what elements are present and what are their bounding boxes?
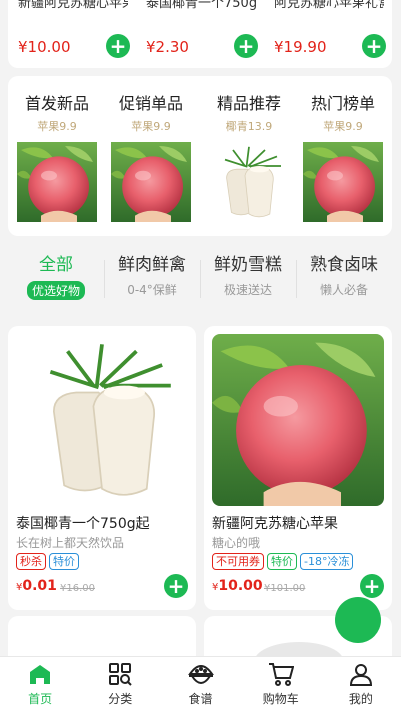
tab-subtitle: 优选好物 (26, 281, 85, 300)
category-icon (107, 661, 133, 687)
bottom-nav: 首页 分类 食谱 购物车 我的 (0, 656, 401, 710)
category-new[interactable]: 首发新品 苹果9.9 (12, 90, 102, 226)
tab-title: 全部 (39, 255, 73, 275)
strip-product-price: ¥2.30 (146, 38, 189, 56)
product-card[interactable]: 新疆阿克苏糖心苹果 糖心的哦 不可用券 特价 -18°冷冻 ¥10.00 ¥10… (204, 326, 392, 610)
category-title: 促销单品 (118, 94, 183, 113)
product-price: ¥10.00 (212, 578, 263, 594)
coconut-image (16, 334, 188, 506)
tab-subtitle: 懒人必备 (319, 283, 368, 297)
nav-label: 分类 (108, 691, 133, 706)
nav-home[interactable]: 首页 (0, 657, 80, 710)
add-to-cart-button[interactable]: + (362, 34, 386, 58)
product-card[interactable]: 泰国椰青一个750g起 长在树上都天然饮品 秒杀 特价 ¥0.01 ¥16.00… (8, 326, 196, 610)
coconut-image (209, 142, 289, 222)
floating-action-button[interactable] (335, 597, 381, 643)
nav-recipe[interactable]: 食谱 (160, 657, 240, 710)
add-to-cart-button[interactable]: + (106, 34, 130, 58)
add-to-cart-button[interactable]: + (360, 574, 384, 598)
nav-profile[interactable]: 我的 (321, 657, 401, 710)
category-promo[interactable]: 促销单品 苹果9.9 (106, 90, 196, 226)
apple-image (111, 142, 191, 222)
product-description: 长在树上都天然饮品 (16, 536, 125, 550)
product-title: 新疆阿克苏糖心苹果 (212, 516, 338, 532)
add-to-cart-button[interactable]: + (164, 574, 188, 598)
apple-image (212, 334, 384, 506)
recipe-icon (187, 661, 214, 687)
category-subtitle: 苹果9.9 (323, 120, 363, 133)
category-card: 首发新品 苹果9.9 促销单品 苹果9.9 精品推荐 椰青13.9 热门榜单 苹… (8, 76, 392, 236)
category-title: 首发新品 (24, 94, 89, 113)
tab-title: 鲜肉鲜禽 (118, 255, 186, 275)
wifi-icon (320, 6, 337, 18)
apple-image (303, 142, 383, 222)
category-subtitle: 苹果9.9 (37, 120, 77, 133)
nav-label: 食谱 (188, 691, 213, 706)
status-time: 7:47 (358, 4, 391, 20)
product-tags: 不可用券 特价 -18°冷冻 (212, 553, 354, 570)
product-original-price: ¥16.00 (60, 583, 95, 594)
tab-dairy[interactable]: 鲜奶雪糕 极速送达 (200, 250, 296, 298)
status-bar: 7:47 (0, 0, 401, 24)
strip-product-price: ¥19.90 (274, 38, 327, 56)
nav-cart[interactable]: 购物车 (241, 657, 321, 710)
category-subtitle: 苹果9.9 (131, 120, 171, 133)
add-to-cart-button[interactable]: + (234, 34, 258, 58)
product-description: 糖心的哦 (212, 536, 261, 550)
category-subtitle: 椰青13.9 (225, 120, 273, 133)
product-title: 泰国椰青一个750g起 (16, 516, 150, 532)
tab-title: 熟食卤味 (310, 255, 378, 275)
category-tabs: 全部 优选好物 鲜肉鲜禽 0-4°保鲜 鲜奶雪糕 极速送达 熟食卤味 懒人必备 (8, 250, 392, 310)
tab-subtitle: 0-4°保鲜 (127, 283, 177, 297)
category-title: 精品推荐 (216, 94, 281, 113)
tab-subtitle: 极速送达 (223, 283, 272, 297)
tag-badge: -18°冷冻 (300, 553, 354, 570)
tab-deli[interactable]: 熟食卤味 懒人必备 (296, 250, 392, 298)
home-icon (27, 661, 53, 687)
tag-badge: 特价 (267, 553, 297, 570)
product-price: ¥0.01 (16, 578, 57, 594)
profile-icon (348, 661, 374, 687)
tag-badge: 特价 (49, 553, 79, 570)
apple-image (17, 142, 97, 222)
nav-category[interactable]: 分类 (80, 657, 160, 710)
cart-icon (268, 661, 294, 687)
category-featured[interactable]: 精品推荐 椰青13.9 (204, 90, 294, 226)
tab-meat[interactable]: 鲜肉鲜禽 0-4°保鲜 (104, 250, 200, 298)
strip-product-price: ¥10.00 (18, 38, 71, 56)
product-tags: 秒杀 特价 (16, 553, 79, 570)
category-hot[interactable]: 热门榜单 苹果9.9 (298, 90, 388, 226)
product-original-price: ¥101.00 (264, 583, 306, 594)
category-title: 热门榜单 (310, 94, 375, 113)
tab-all[interactable]: 全部 优选好物 (8, 250, 104, 300)
tab-title: 鲜奶雪糕 (214, 255, 282, 275)
battery-icon (342, 5, 353, 19)
nav-label: 首页 (28, 691, 53, 706)
nav-label: 我的 (348, 691, 373, 706)
nav-label: 购物车 (262, 691, 299, 706)
tag-badge: 不可用券 (212, 553, 264, 570)
tag-badge: 秒杀 (16, 553, 46, 570)
